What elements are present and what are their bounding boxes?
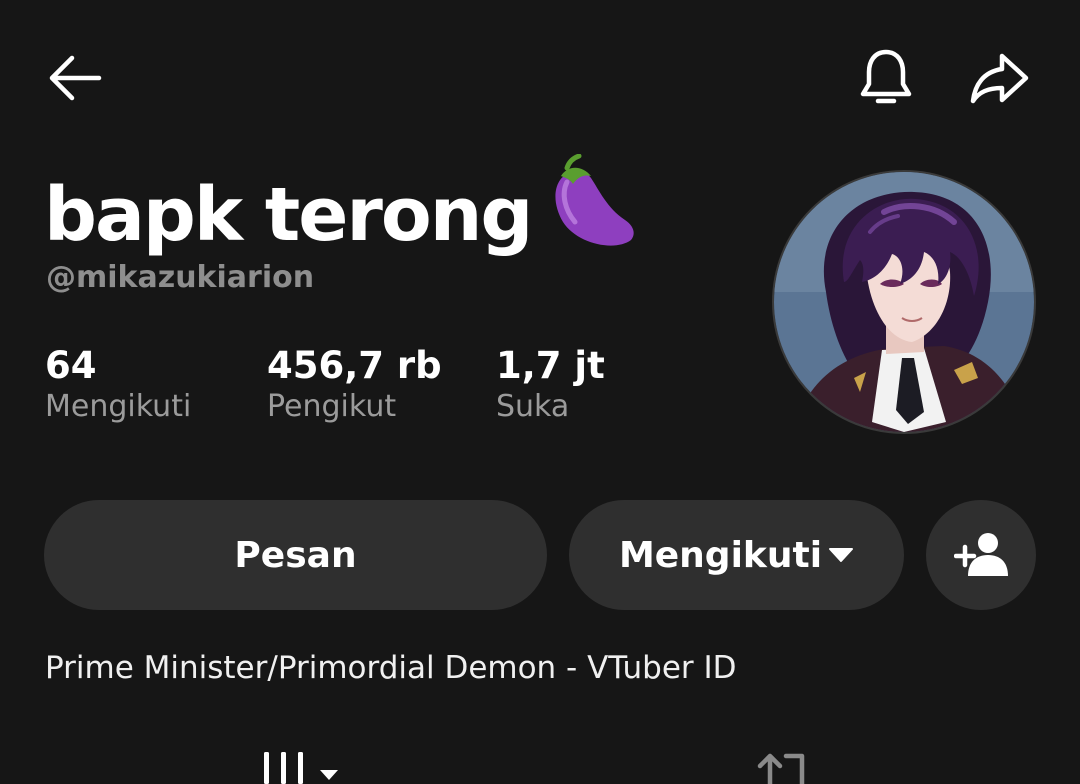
- tab-videos[interactable]: [262, 740, 344, 784]
- stat-followers-label: Pengikut: [267, 389, 397, 425]
- username: @mikazukiarion: [46, 260, 315, 295]
- share-arrow-icon: [970, 53, 1029, 104]
- stat-likes-value: 1,7 jt: [496, 344, 605, 387]
- profile-bio: Prime Minister/Primordial Demon - VTuber…: [45, 650, 737, 686]
- grid-bars-icon: [264, 752, 338, 784]
- stat-followers-value: 456,7 rb: [267, 344, 442, 387]
- display-name: bapk terong: [44, 152, 637, 252]
- following-dropdown-button[interactable]: Mengikuti: [569, 500, 904, 610]
- display-name-text: bapk terong: [44, 172, 533, 258]
- eggplant-emoji: [555, 154, 635, 246]
- stat-likes[interactable]: 1,7 jt Suka: [496, 344, 605, 426]
- add-friend-button[interactable]: [926, 500, 1036, 610]
- caret-down-icon: [829, 548, 854, 562]
- message-button-label: Pesan: [234, 534, 357, 576]
- following-button-label: Mengikuti: [618, 534, 823, 576]
- stat-followers[interactable]: 456,7 rb Pengikut: [267, 344, 442, 426]
- back-button[interactable]: [36, 40, 112, 116]
- anime-character-avatar: [774, 172, 1034, 432]
- stat-following-value: 64: [45, 344, 97, 387]
- repost-icon: [757, 753, 805, 784]
- tab-reposts[interactable]: [756, 740, 818, 784]
- message-button[interactable]: Pesan: [44, 500, 547, 610]
- add-user-icon: [954, 533, 1008, 576]
- notification-bell-button[interactable]: [848, 40, 924, 116]
- stat-likes-label: Suka: [496, 389, 570, 425]
- stat-following-label: Mengikuti: [45, 389, 192, 425]
- avatar[interactable]: [772, 170, 1036, 434]
- arrow-left-icon: [49, 55, 102, 101]
- share-button[interactable]: [962, 40, 1038, 116]
- stat-following[interactable]: 64 Mengikuti: [45, 344, 191, 426]
- bell-icon: [860, 49, 912, 104]
